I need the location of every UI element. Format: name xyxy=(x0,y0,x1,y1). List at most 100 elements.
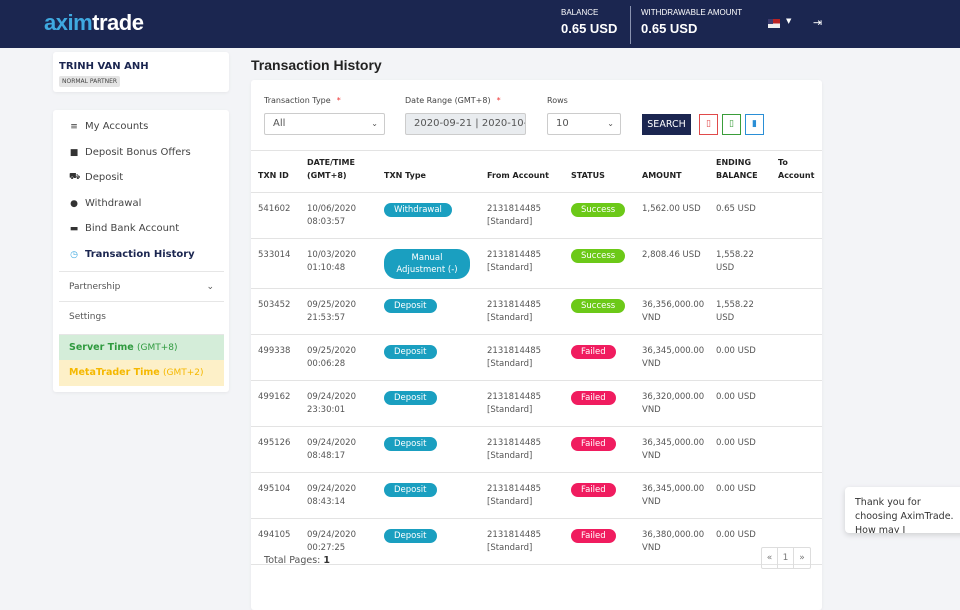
menu-icon: ≡ xyxy=(70,121,78,132)
table-row: 499338 09/25/2020 00:06:28 Deposit 213181… xyxy=(251,334,822,381)
txn-type: Deposit xyxy=(377,380,480,427)
page-1-button[interactable]: 1 xyxy=(778,548,794,568)
balance-value: 0.65 USD xyxy=(561,21,618,36)
column-header: AMOUNT xyxy=(635,150,709,193)
ending-balance: 1,558.22 USD xyxy=(709,288,771,335)
user-badge: NORMAL PARTNER xyxy=(59,76,121,87)
user-name: TRINH VAN ANH xyxy=(59,61,149,72)
label: MetaTrader Time xyxy=(69,367,160,378)
from-account: 2131814485 [Standard] xyxy=(480,288,564,335)
column-header: DATE/TIME (GMT+8) xyxy=(300,150,377,193)
sidebar-item-withdrawal[interactable]: ● Withdrawal xyxy=(69,198,141,209)
rows-select[interactable]: 10 ⌄ xyxy=(547,113,621,135)
logout-icon[interactable]: ⇥ xyxy=(813,16,822,29)
to-account xyxy=(771,426,822,473)
txn-type-badge: Deposit xyxy=(384,391,437,405)
export-excel-icon[interactable]: ▯ xyxy=(722,114,741,135)
status-badge: Success xyxy=(571,203,626,217)
to-account xyxy=(771,380,822,427)
label: Transaction History xyxy=(85,249,195,260)
sidebar-item-my-accounts[interactable]: ≡ My Accounts xyxy=(69,121,148,132)
metatrader-time: MetaTrader Time (GMT+2) xyxy=(59,360,224,386)
export-doc-icon[interactable]: ▮ xyxy=(745,114,764,135)
withdrawable-label: WITHDRAWABLE AMOUNT xyxy=(641,8,743,17)
label: Bind Bank Account xyxy=(85,223,180,234)
status-badge: Failed xyxy=(571,483,616,497)
table-row: 494105 09/24/2020 00:27:25 Deposit 213181… xyxy=(251,518,822,565)
datetime: 09/24/2020 08:48:17 xyxy=(300,426,377,473)
status-badge: Failed xyxy=(571,437,616,451)
label: My Accounts xyxy=(85,121,149,132)
table-row: 503452 09/25/2020 21:53:57 Deposit 213181… xyxy=(251,288,822,335)
status: Success xyxy=(564,192,635,239)
aximtrade-logo[interactable]: aximtrade xyxy=(44,10,144,36)
datetime: 09/25/2020 21:53:57 xyxy=(300,288,377,335)
chat-message: Thank you for choosing AximTrade. How ma… xyxy=(855,497,954,533)
txn-id: 533014 xyxy=(251,238,300,289)
status-badge: Failed xyxy=(571,529,616,543)
sidebar-partnership[interactable]: Partnership ⌄ xyxy=(59,271,224,301)
tz: (GMT+2) xyxy=(163,368,204,378)
ending-balance: 0.65 USD xyxy=(709,192,771,239)
datetime: 10/06/2020 08:03:57 xyxy=(300,192,377,239)
amount: 36,345,000.00 VND xyxy=(635,334,709,381)
balance-label: BALANCE xyxy=(561,8,599,17)
status-badge: Success xyxy=(571,299,626,313)
txn-type: Deposit xyxy=(377,334,480,381)
txn-type: Withdrawal xyxy=(377,192,480,239)
to-account xyxy=(771,192,822,239)
chat-popup[interactable]: Thank you for choosing AximTrade. How ma… xyxy=(845,487,960,533)
datetime: 09/25/2020 00:06:28 xyxy=(300,334,377,381)
date-range-input[interactable]: 2020-09-21 | 2020-10-1 xyxy=(405,113,526,135)
datetime: 09/24/2020 23:30:01 xyxy=(300,380,377,427)
to-account xyxy=(771,288,822,335)
from-account: 2131814485 [Standard] xyxy=(480,518,564,565)
to-account xyxy=(771,334,822,381)
prev-page-button[interactable]: « xyxy=(762,548,778,568)
export-pdf-icon[interactable]: ▯ xyxy=(699,114,718,135)
txn-type-badge: Deposit xyxy=(384,345,437,359)
to-account xyxy=(771,238,822,289)
from-account: 2131814485 [Standard] xyxy=(480,192,564,239)
us-flag-icon[interactable] xyxy=(768,19,780,28)
top-header: aximtrade BALANCE 0.65 USD WITHDRAWABLE … xyxy=(0,0,960,48)
label: Settings xyxy=(69,312,106,322)
gift-icon: ■ xyxy=(69,147,79,158)
next-page-button[interactable]: » xyxy=(794,548,810,568)
server-time: Server Time (GMT+8) xyxy=(59,334,224,360)
label: Deposit Bonus Offers xyxy=(85,147,191,158)
table-row: 541602 10/06/2020 08:03:57 Withdrawal 213… xyxy=(251,192,822,239)
txn-type-badge: Deposit xyxy=(384,483,437,497)
status: Failed xyxy=(564,426,635,473)
status-badge: Failed xyxy=(571,391,616,405)
sidebar-item-transaction-history[interactable]: ◷ Transaction History xyxy=(69,249,195,260)
credit-card-icon: ▬ xyxy=(69,223,79,234)
sidebar-item-deposit-bonus[interactable]: ■ Deposit Bonus Offers xyxy=(69,147,191,158)
caret-down-icon[interactable]: ▼ xyxy=(786,17,791,25)
from-account: 2131814485 [Standard] xyxy=(480,334,564,381)
sidebar-item-deposit[interactable]: ⛟ Deposit xyxy=(69,172,123,183)
column-header: To Account xyxy=(771,150,822,193)
table-row: 495126 09/24/2020 08:48:17 Deposit 213181… xyxy=(251,426,822,473)
search-button[interactable]: SEARCH xyxy=(642,114,691,135)
pagination: « 1 » xyxy=(761,547,811,569)
ending-balance: 0.00 USD xyxy=(709,426,771,473)
amount: 36,320,000.00 VND xyxy=(635,380,709,427)
status-badge: Failed xyxy=(571,345,616,359)
column-header: ENDING BALANCE xyxy=(709,150,771,193)
withdrawable-value: 0.65 USD xyxy=(641,21,698,36)
user-card: TRINH VAN ANH NORMAL PARTNER xyxy=(53,52,229,92)
txn-id: 495104 xyxy=(251,472,300,519)
label: Deposit xyxy=(85,172,124,183)
amount: 36,345,000.00 VND xyxy=(635,426,709,473)
transaction-type-select[interactable]: All ⌄ xyxy=(264,113,385,135)
sidebar-item-bind-bank[interactable]: ▬ Bind Bank Account xyxy=(69,223,179,234)
sidebar-settings[interactable]: Settings xyxy=(59,301,224,331)
txn-type: Deposit xyxy=(377,426,480,473)
table-row: 533014 10/03/2020 01:10:48 Manual Adjustm… xyxy=(251,238,822,289)
txn-type: Deposit xyxy=(377,472,480,519)
txn-type-badge: Manual Adjustment (-) xyxy=(384,249,470,279)
column-header: TXN Type xyxy=(377,150,480,193)
from-account: 2131814485 [Standard] xyxy=(480,426,564,473)
column-header: From Account xyxy=(480,150,564,193)
